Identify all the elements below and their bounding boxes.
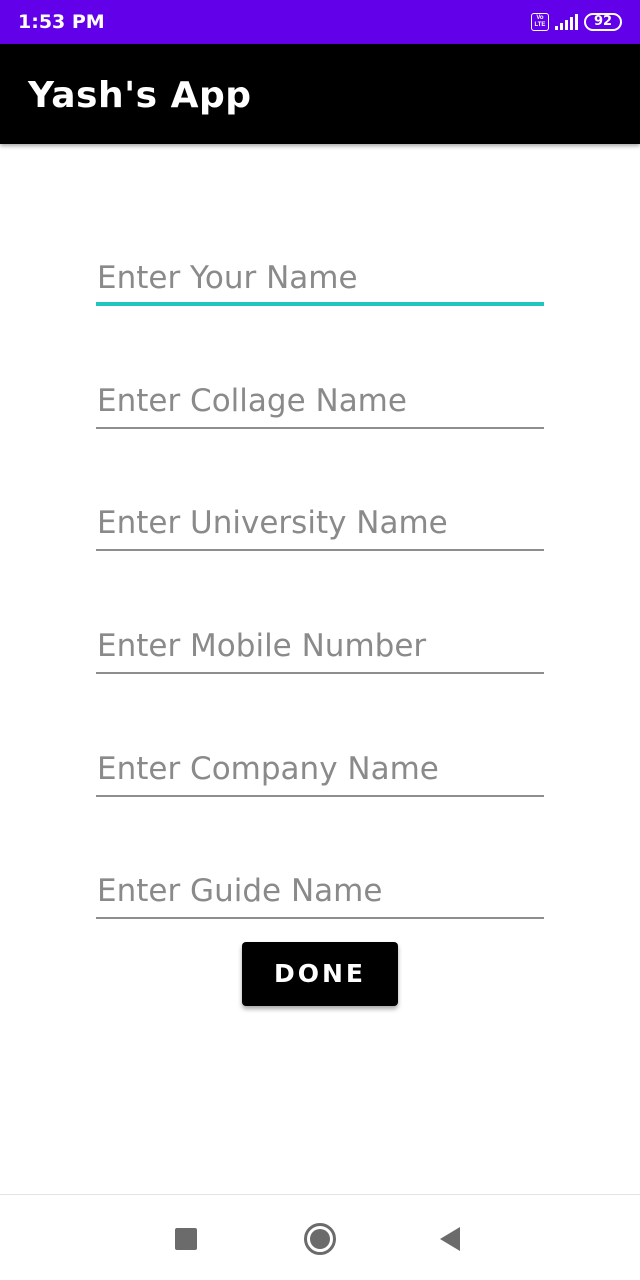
navigation-bar (0, 1194, 640, 1280)
guide-underline (96, 917, 544, 919)
done-button[interactable]: DONE (242, 942, 398, 1006)
guide-field (96, 865, 544, 925)
company-input[interactable] (96, 743, 544, 795)
collage-input[interactable] (96, 375, 544, 427)
app-title: Yash's App (28, 75, 252, 116)
status-icons: Vo LTE 92 (531, 10, 622, 34)
university-input[interactable] (96, 497, 544, 549)
volte-icon: Vo LTE (531, 13, 549, 31)
status-time: 1:53 PM (18, 11, 105, 33)
mobile-field (96, 620, 544, 680)
home-icon (304, 1223, 336, 1255)
company-underline (96, 795, 544, 797)
app-screen: 1:53 PM Vo LTE 92 Yash's App Enter Your … (0, 0, 640, 1280)
battery-icon: 92 (584, 13, 622, 31)
collage-field (96, 375, 544, 435)
name-underline (96, 302, 544, 306)
recents-icon (175, 1228, 197, 1250)
collage-underline (96, 427, 544, 429)
guide-input[interactable] (96, 865, 544, 917)
recents-button[interactable] (164, 1217, 208, 1261)
company-field (96, 743, 544, 803)
signal-icon (555, 14, 578, 30)
back-button[interactable] (428, 1217, 472, 1261)
name-input[interactable] (96, 252, 544, 304)
back-icon (440, 1227, 460, 1251)
name-field (96, 252, 544, 312)
status-bar: 1:53 PM Vo LTE 92 (0, 0, 640, 44)
mobile-underline (96, 672, 544, 674)
university-underline (96, 549, 544, 551)
home-button[interactable] (298, 1217, 342, 1261)
app-bar: Yash's App (0, 44, 640, 144)
university-field (96, 497, 544, 557)
mobile-input[interactable] (96, 620, 544, 672)
